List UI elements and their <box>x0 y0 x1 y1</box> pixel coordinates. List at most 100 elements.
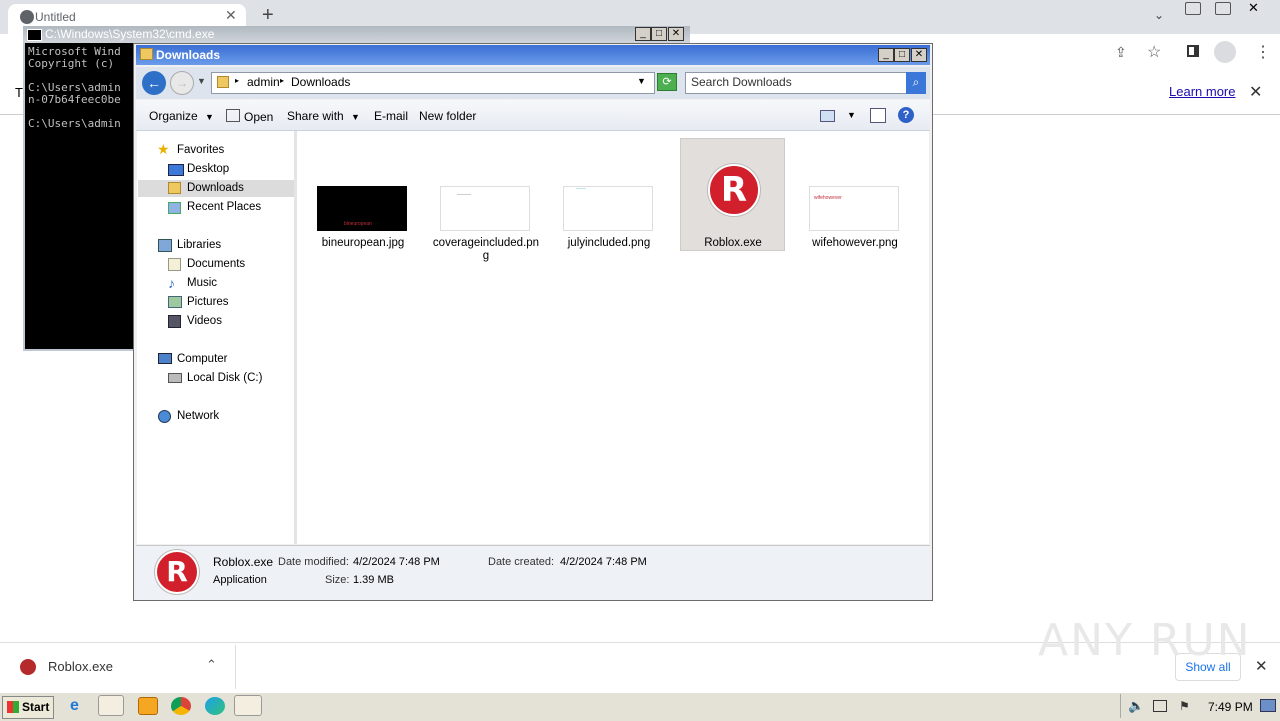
chrome-icon[interactable] <box>171 697 191 715</box>
profile-avatar[interactable] <box>1214 41 1236 63</box>
menu-icon[interactable]: ⋮ <box>1255 42 1271 62</box>
details-file-name: Roblox.exe <box>213 555 274 569</box>
network-icon <box>158 410 171 423</box>
restore-icon[interactable] <box>1215 2 1231 15</box>
file-item-selected[interactable]: R Roblox.exe <box>680 138 785 251</box>
bookmark-star-icon[interactable]: ☆ <box>1147 42 1161 62</box>
details-created-value: 4/2/2024 7:48 PM <box>560 556 647 568</box>
download-file-name: Roblox.exe <box>48 659 114 674</box>
explorer-close-button[interactable]: ✕ <box>911 48 927 62</box>
minimize-icon[interactable] <box>1185 2 1201 15</box>
nav-pictures[interactable]: Pictures <box>187 296 229 308</box>
nav-local-disk[interactable]: Local Disk (C:) <box>187 372 262 384</box>
file-name: julyincluded.png <box>567 237 651 249</box>
network-tray-icon[interactable] <box>1153 700 1167 712</box>
tab-search-icon[interactable]: ⌄ <box>1154 8 1164 22</box>
flag-icon[interactable]: ⚑ <box>1179 699 1190 713</box>
computer-icon <box>158 353 172 364</box>
thumbnail-line <box>576 188 586 189</box>
explorer-minimize-button[interactable]: _ <box>878 48 894 62</box>
search-input[interactable]: Search Downloads <box>685 72 909 94</box>
organize-button[interactable]: Organize ▼ <box>149 109 214 123</box>
nav-desktop[interactable]: Desktop <box>187 163 229 175</box>
file-item[interactable]: coverageincluded.png <box>430 180 542 270</box>
internet-explorer-icon[interactable]: e <box>70 697 90 715</box>
nav-libraries[interactable]: Libraries <box>177 239 221 251</box>
cmd-close-button[interactable]: ✕ <box>668 27 684 41</box>
nav-documents[interactable]: Documents <box>187 258 245 270</box>
cmd-taskbar-icon[interactable] <box>234 695 262 716</box>
chevron-down-icon: ▼ <box>351 112 360 122</box>
downloads-bar-close-icon[interactable]: ✕ <box>1255 657 1268 675</box>
cmd-titlebar[interactable]: C:\Windows\System32\cmd.exe _ □ ✕ <box>23 26 690 43</box>
thumbnail-text: wifehowever <box>814 195 842 201</box>
thumbnail-text: bineuropean <box>344 221 372 227</box>
info-bar-text: T <box>15 85 23 100</box>
share-with-button[interactable]: Share with ▼ <box>287 109 360 123</box>
nav-videos[interactable]: Videos <box>187 315 222 327</box>
open-icon <box>226 109 240 122</box>
file-item[interactable]: bineuropean bineuropean.jpg <box>307 180 419 270</box>
nav-computer[interactable]: Computer <box>177 353 228 365</box>
tab-close-icon[interactable]: ✕ <box>225 7 237 24</box>
nav-downloads[interactable]: Downloads <box>187 182 244 194</box>
breadcrumb-admin[interactable]: admin <box>247 75 280 89</box>
download-item[interactable]: Roblox.exe ⌃ <box>10 645 236 689</box>
edge-icon[interactable] <box>205 697 225 715</box>
side-panel-icon[interactable] <box>1187 45 1199 57</box>
explorer-maximize-button[interactable]: □ <box>894 48 910 62</box>
chevron-down-icon[interactable]: ▼ <box>847 110 856 120</box>
nav-favorites[interactable]: Favorites <box>177 144 224 156</box>
taskbar <box>0 692 1280 721</box>
file-item[interactable]: wifehowever wifehowever.png <box>799 180 911 270</box>
taskbar-clock[interactable]: 7:49 PM <box>1208 700 1253 714</box>
breadcrumb-downloads[interactable]: Downloads <box>291 75 350 89</box>
share-icon[interactable]: ⇪ <box>1115 44 1127 61</box>
forward-button[interactable]: → <box>170 71 194 95</box>
cmd-maximize-button[interactable]: □ <box>651 27 667 41</box>
search-icon[interactable]: ⌕ <box>906 72 926 94</box>
address-dropdown-icon[interactable]: ▼ <box>637 76 646 86</box>
media-player-icon[interactable] <box>138 697 158 715</box>
nav-network[interactable]: Network <box>177 410 219 422</box>
videos-icon <box>168 315 181 328</box>
history-dropdown-icon[interactable]: ▼ <box>197 76 206 86</box>
info-bar-close-icon[interactable]: ✕ <box>1249 82 1262 102</box>
tray-separator <box>1120 694 1121 718</box>
file-name: wifehowever.png <box>812 237 898 249</box>
folder-icon <box>140 48 153 60</box>
new-tab-button[interactable]: + <box>262 4 274 27</box>
nav-recent-places[interactable]: Recent Places <box>187 201 261 213</box>
view-options-icon[interactable] <box>820 110 835 122</box>
image-thumbnail: wifehowever <box>809 186 899 231</box>
file-name: coverageincluded.png <box>432 237 540 262</box>
thumbnail-line <box>457 194 471 195</box>
details-modified-value: 4/2/2024 7:48 PM <box>353 556 440 568</box>
chevron-down-icon: ▼ <box>205 112 214 122</box>
email-button[interactable]: E-mail <box>374 109 408 123</box>
explorer-titlebar[interactable] <box>136 45 930 65</box>
explorer-taskbar-icon[interactable] <box>98 695 124 716</box>
refresh-button[interactable]: ⟳ <box>657 73 677 91</box>
file-item[interactable]: julyincluded.png <box>553 180 665 270</box>
open-button[interactable]: Open <box>226 109 273 124</box>
tab-title: Untitled <box>35 10 76 24</box>
help-icon[interactable]: ? <box>898 107 914 123</box>
downloads-folder-icon <box>168 182 181 194</box>
learn-more-link[interactable]: Learn more <box>1169 84 1235 99</box>
volume-icon[interactable]: 🔈 <box>1128 698 1144 714</box>
show-desktop-icon[interactable] <box>1260 699 1276 712</box>
close-icon[interactable]: ✕ <box>1248 0 1259 16</box>
cmd-minimize-button[interactable]: _ <box>635 27 651 41</box>
start-button[interactable]: Start <box>2 696 54 719</box>
nav-music[interactable]: Music <box>187 277 217 289</box>
back-button[interactable]: ← <box>142 71 166 95</box>
pictures-icon <box>168 296 182 308</box>
windows-logo-icon <box>7 701 19 713</box>
chevron-up-icon[interactable]: ⌃ <box>206 657 217 673</box>
chevron-right-icon[interactable]: ▸ <box>280 76 284 85</box>
chevron-right-icon[interactable]: ▸ <box>235 76 239 85</box>
new-folder-button[interactable]: New folder <box>419 109 476 123</box>
preview-pane-icon[interactable] <box>870 108 886 123</box>
address-bar[interactable]: ▸ admin ▸ Downloads ▼ <box>211 72 655 94</box>
